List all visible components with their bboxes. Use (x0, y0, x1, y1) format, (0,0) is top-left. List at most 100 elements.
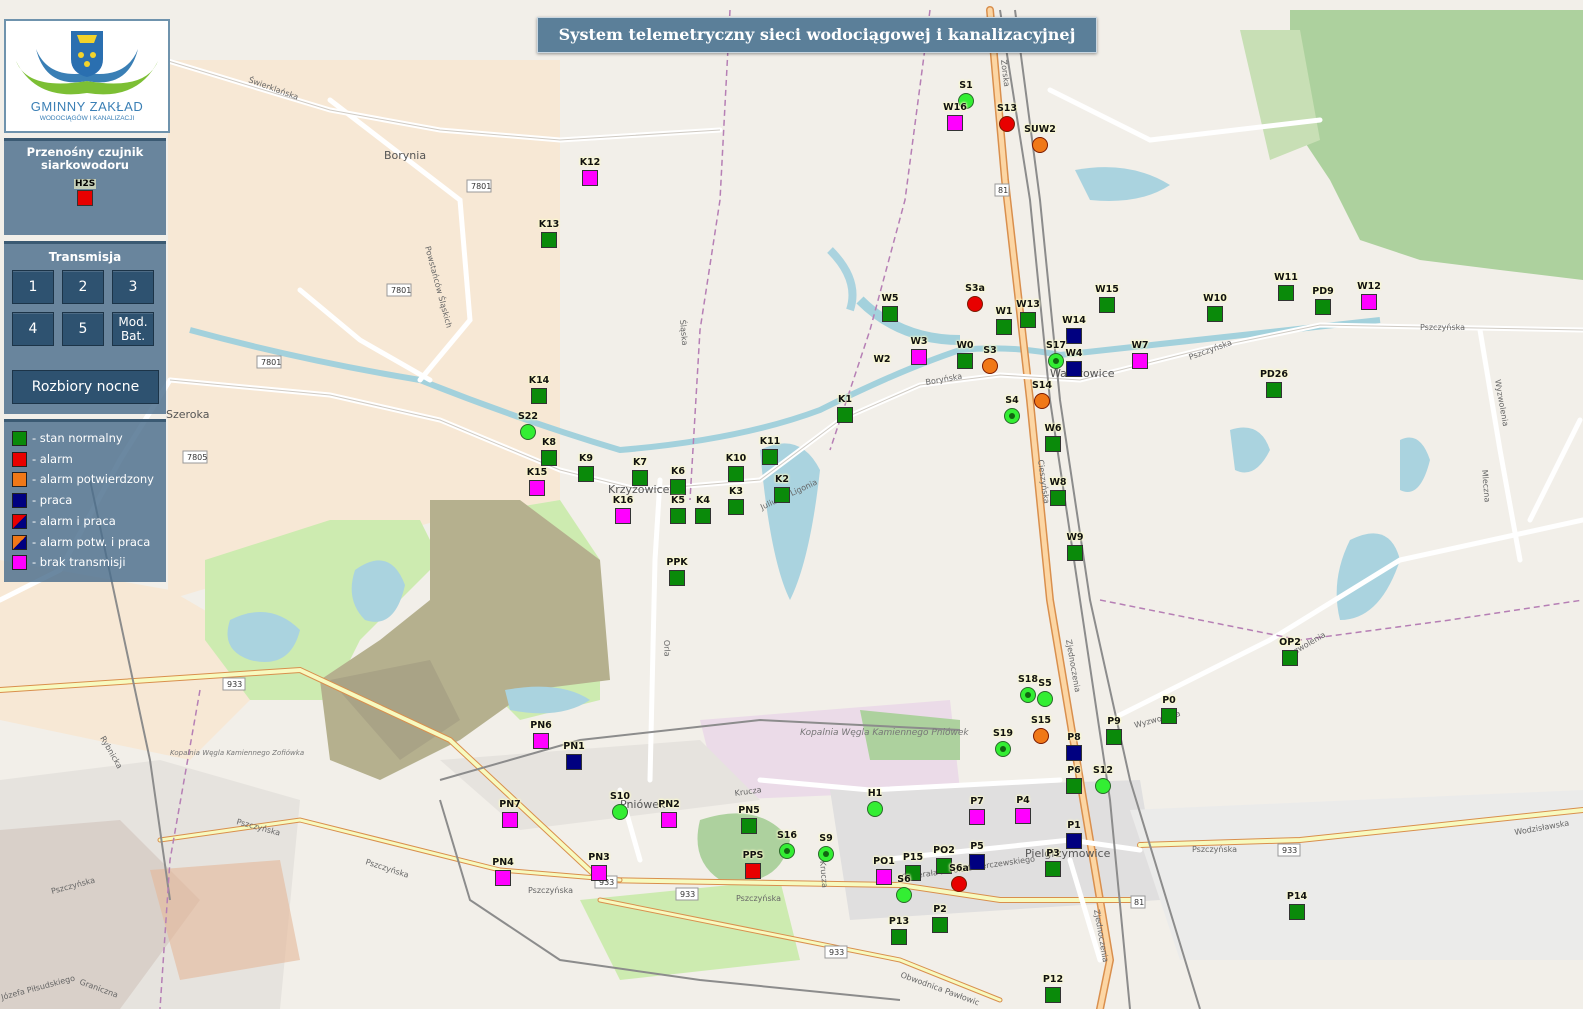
legend-swatch (12, 555, 27, 571)
station-status-circle[interactable] (1033, 728, 1049, 744)
station-status-square[interactable] (876, 869, 892, 885)
station-status-square[interactable] (1066, 745, 1082, 761)
station-status-square[interactable] (728, 499, 744, 515)
station-status-square[interactable] (932, 917, 948, 933)
station-status-square[interactable] (774, 487, 790, 503)
station-status-square[interactable] (1106, 729, 1122, 745)
station-status-square[interactable] (531, 388, 547, 404)
station-status-square[interactable] (741, 818, 757, 834)
station-status-square[interactable] (541, 232, 557, 248)
station-status-square[interactable] (695, 508, 711, 524)
station-status-square[interactable] (495, 870, 511, 886)
station-status-circle[interactable] (1004, 408, 1020, 424)
station-status-circle[interactable] (612, 804, 628, 820)
station-status-circle[interactable] (1020, 687, 1036, 703)
station-status-square[interactable] (891, 929, 907, 945)
station-status-square[interactable] (1099, 297, 1115, 313)
station-status-circle[interactable] (1037, 691, 1053, 707)
station-status-circle[interactable] (1095, 778, 1111, 794)
station-status-circle[interactable] (1034, 393, 1050, 409)
station-status-square[interactable] (911, 349, 927, 365)
station-status-circle[interactable] (1048, 353, 1064, 369)
transmission-button-5[interactable]: 5 (62, 312, 104, 346)
station-status-square[interactable] (1282, 650, 1298, 666)
station-status-square[interactable] (1207, 306, 1223, 322)
road-number-933-center: 933 (680, 890, 695, 899)
station-status-circle[interactable] (520, 424, 536, 440)
station-status-square[interactable] (669, 570, 685, 586)
station-status-square[interactable] (1315, 299, 1331, 315)
station-status-square[interactable] (632, 470, 648, 486)
station-status-square[interactable] (957, 353, 973, 369)
station-status-square[interactable] (1015, 808, 1031, 824)
station-label: K2 (775, 474, 789, 485)
transmission-button-3[interactable]: 3 (112, 270, 154, 304)
station-status-square[interactable] (969, 809, 985, 825)
station-status-square[interactable] (661, 812, 677, 828)
station-label: S9 (819, 833, 833, 844)
station-status-square[interactable] (1066, 328, 1082, 344)
station-status-square[interactable] (1050, 490, 1066, 506)
station-status-circle[interactable] (982, 358, 998, 374)
station-status-square[interactable] (1020, 312, 1036, 328)
station-status-square[interactable] (578, 466, 594, 482)
night-usage-button[interactable]: Rozbiory nocne (12, 370, 159, 404)
station-status-square[interactable] (1066, 833, 1082, 849)
station-status-square[interactable] (591, 865, 607, 881)
station-status-square[interactable] (1132, 353, 1148, 369)
station-status-square[interactable] (615, 508, 631, 524)
station-status-square[interactable] (1361, 294, 1377, 310)
station-status-square[interactable] (1066, 361, 1082, 377)
battery-mode-button[interactable]: Mod. Bat. (112, 312, 154, 346)
station-label: P15 (902, 852, 924, 863)
station-status-square[interactable] (996, 319, 1012, 335)
h2s-sensor-marker[interactable] (77, 190, 93, 206)
company-logo: GMINNY ZAKŁAD WODOCIĄGÓW I KANALIZACJI (4, 19, 170, 133)
station-status-square[interactable] (762, 449, 778, 465)
station-status-square[interactable] (1066, 778, 1082, 794)
station-label: PN2 (658, 799, 680, 810)
station-status-square[interactable] (745, 863, 761, 879)
station-status-square[interactable] (882, 306, 898, 322)
station-status-square[interactable] (1045, 861, 1061, 877)
station-label: PO1 (873, 856, 895, 867)
station-status-square[interactable] (1045, 436, 1061, 452)
station-label: W6 (1044, 423, 1062, 434)
station-status-square[interactable] (728, 466, 744, 482)
station-status-square[interactable] (969, 854, 985, 870)
station-status-square[interactable] (670, 508, 686, 524)
station-status-square[interactable] (1161, 708, 1177, 724)
station-status-square[interactable] (529, 480, 545, 496)
transmission-button-2[interactable]: 2 (62, 270, 104, 304)
station-status-circle[interactable] (1032, 137, 1048, 153)
legend-label: - praca (32, 493, 73, 508)
station-status-circle[interactable] (999, 116, 1015, 132)
station-status-square[interactable] (1289, 904, 1305, 920)
station-label: S14 (1031, 380, 1053, 391)
h2s-panel-title: Przenośny czujnik siarkowodoru (26, 145, 144, 172)
station-status-square[interactable] (947, 115, 963, 131)
station-status-square[interactable] (1278, 285, 1294, 301)
station-status-square[interactable] (541, 450, 557, 466)
station-status-circle[interactable] (818, 846, 834, 862)
transmission-button-4[interactable]: 4 (12, 312, 54, 346)
station-status-circle[interactable] (867, 801, 883, 817)
station-status-square[interactable] (670, 479, 686, 495)
station-status-square[interactable] (582, 170, 598, 186)
station-status-square[interactable] (502, 812, 518, 828)
station-status-square[interactable] (837, 407, 853, 423)
place-label-zofiowka: Kopalnia Węgla Kamiennego Zofiówka (170, 749, 304, 757)
street-label-pszczynska-se: Pszczyńska (1192, 845, 1237, 854)
map-canvas[interactable]: 7801 7801 7801 7805 81 81 933 933 933 93… (0, 0, 1583, 1009)
station-status-circle[interactable] (779, 843, 795, 859)
station-status-square[interactable] (566, 754, 582, 770)
station-status-circle[interactable] (896, 887, 912, 903)
station-status-square[interactable] (533, 733, 549, 749)
station-status-square[interactable] (1045, 987, 1061, 1003)
transmission-button-1[interactable]: 1 (12, 270, 54, 304)
station-status-circle[interactable] (951, 876, 967, 892)
station-status-circle[interactable] (967, 296, 983, 312)
station-status-square[interactable] (1266, 382, 1282, 398)
station-status-circle[interactable] (995, 741, 1011, 757)
station-status-square[interactable] (1067, 545, 1083, 561)
